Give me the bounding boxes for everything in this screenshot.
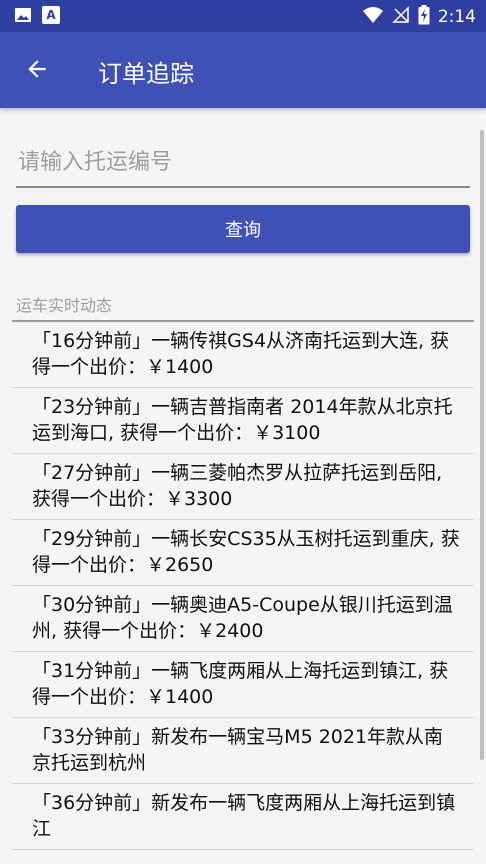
- arrow-left-icon: [24, 56, 50, 86]
- app-bar: 订单追踪: [0, 32, 486, 108]
- battery-charging-icon: [418, 5, 430, 29]
- image-icon: [14, 6, 32, 24]
- page-title: 订单追踪: [98, 60, 194, 88]
- feed-list[interactable]: 「16分钟前」一辆传祺GS4从济南托运到大连, 获得一个出价：￥1400 「23…: [12, 322, 474, 850]
- list-item[interactable]: 「27分钟前」一辆三菱帕杰罗从拉萨托运到岳阳, 获得一个出价：￥3300: [12, 454, 474, 520]
- list-item[interactable]: 「29分钟前」一辆长安CS35从玉树托运到重庆, 获得一个出价：￥2650: [12, 520, 474, 586]
- list-item[interactable]: 「33分钟前」新发布一辆宝马M5 2021年款从南京托运到杭州: [12, 718, 474, 784]
- scrollbar[interactable]: [480, 130, 484, 760]
- tracking-number-field: [16, 138, 470, 188]
- list-item[interactable]: 「36分钟前」新发布一辆飞度两厢从上海托运到镇江: [12, 784, 474, 850]
- feed-section-label: 运车实时动态: [16, 296, 113, 315]
- wifi-icon: [362, 6, 384, 28]
- list-item[interactable]: 「23分钟前」一辆吉普指南者 2014年款从北京托运到海口, 获得一个出价：￥3…: [12, 388, 474, 454]
- list-item[interactable]: 「16分钟前」一辆传祺GS4从济南托运到大连, 获得一个出价：￥1400: [12, 322, 474, 388]
- tracking-number-input[interactable]: [16, 138, 470, 186]
- list-item[interactable]: 「30分钟前」一辆奥迪A5-Coupe从银川托运到温州, 获得一个出价：￥240…: [12, 586, 474, 652]
- a-letter-icon: A: [42, 6, 60, 24]
- status-time: 2:14: [437, 7, 476, 27]
- back-button[interactable]: [22, 56, 52, 86]
- list-item[interactable]: 「31分钟前」一辆飞度两厢从上海托运到镇江, 获得一个出价：￥1400: [12, 652, 474, 718]
- no-signal-icon: [392, 6, 410, 28]
- query-button[interactable]: 查询: [16, 205, 470, 253]
- status-bar: A 2:14: [0, 0, 486, 32]
